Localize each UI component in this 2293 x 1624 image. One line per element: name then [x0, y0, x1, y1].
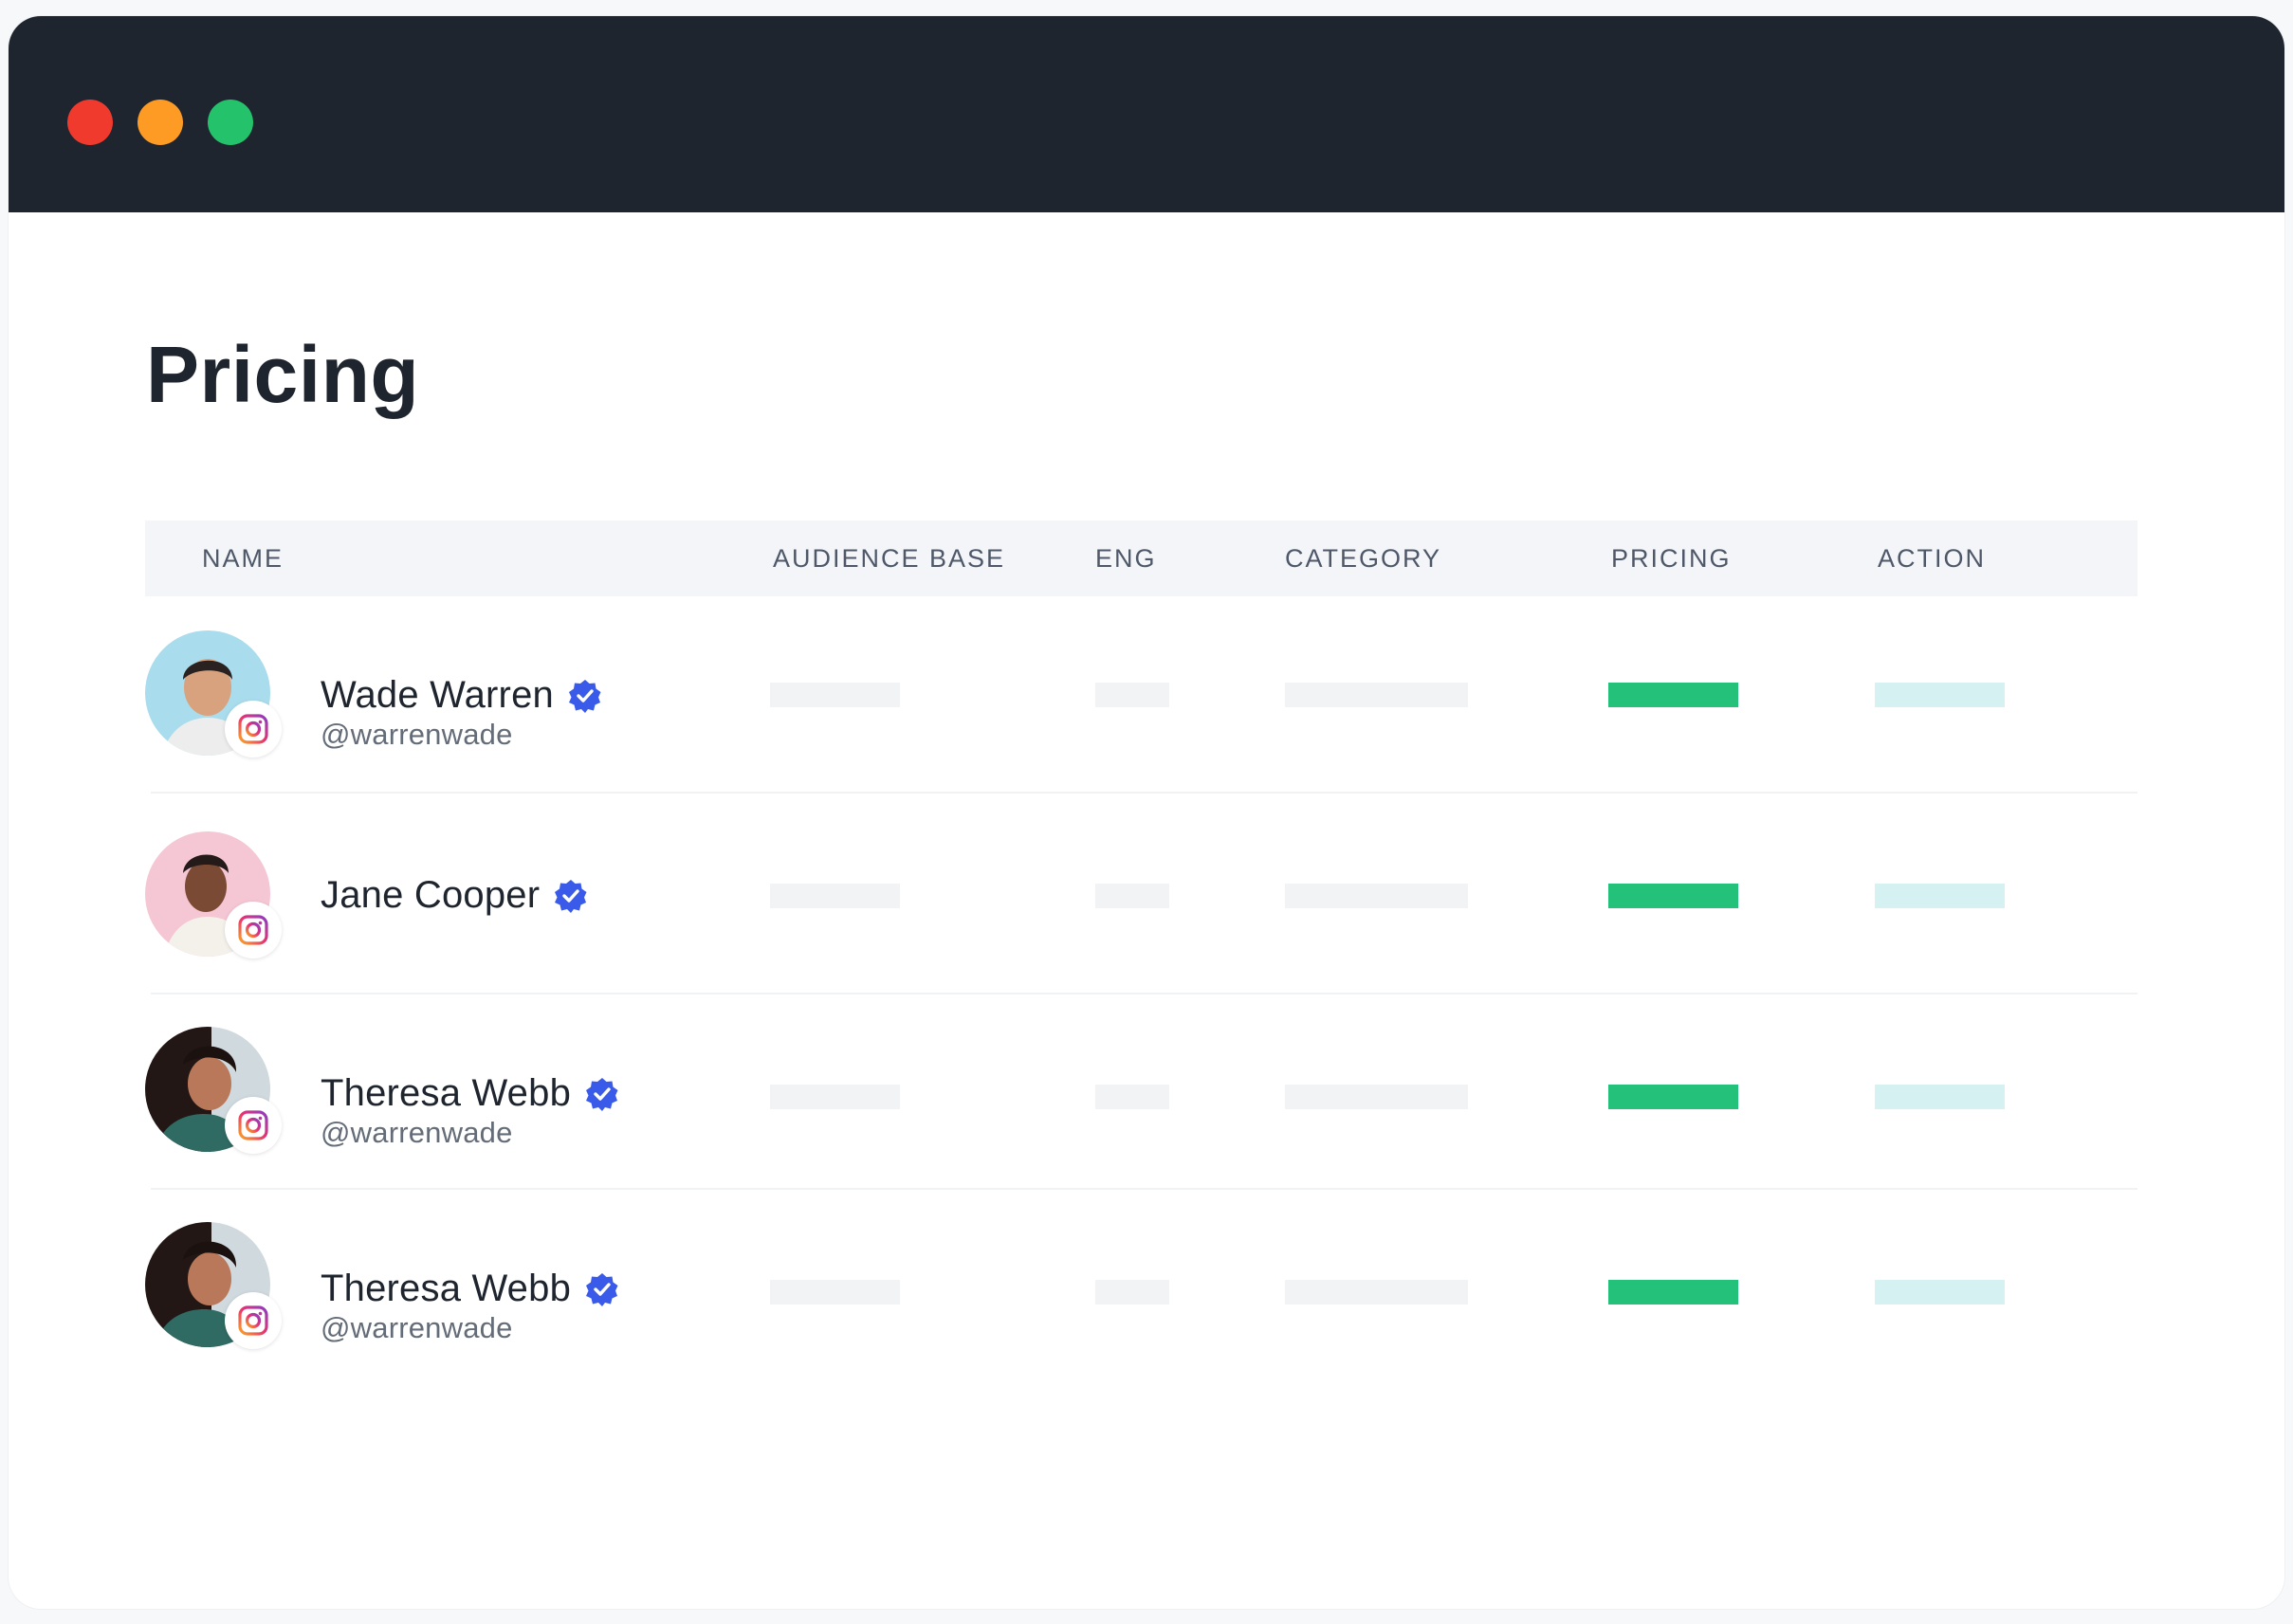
- category-placeholder: [1285, 683, 1468, 707]
- table-row[interactable]: Theresa Webb @warrenwade: [145, 1222, 2137, 1421]
- instagram-icon: [225, 1292, 282, 1349]
- influencer-name[interactable]: Theresa Webb: [321, 1268, 571, 1310]
- category-placeholder: [1285, 1085, 1468, 1109]
- action-button[interactable]: [1875, 1085, 2005, 1109]
- influencer-name[interactable]: Wade Warren: [321, 674, 554, 717]
- row-divider: [151, 1188, 2137, 1190]
- pricing-bar: [1608, 683, 1738, 707]
- avatar: [145, 1222, 282, 1349]
- table-header: NAME AUDIENCE BASE ENG CATEGORY PRICING …: [145, 520, 2137, 596]
- verified-badge-icon: [584, 1271, 620, 1307]
- eng-placeholder: [1095, 683, 1169, 707]
- close-window-button[interactable]: [67, 100, 113, 145]
- instagram-icon: [225, 902, 282, 958]
- column-header-action[interactable]: ACTION: [1878, 520, 1986, 596]
- pricing-bar: [1608, 1085, 1738, 1109]
- table-row[interactable]: Theresa Webb @warrenwade: [145, 1027, 2137, 1226]
- minimize-window-button[interactable]: [138, 100, 183, 145]
- audience-base-placeholder: [770, 683, 900, 707]
- instagram-icon: [225, 1097, 282, 1154]
- influencer-handle[interactable]: @warrenwade: [321, 718, 513, 752]
- column-header-category[interactable]: CATEGORY: [1285, 520, 1441, 596]
- avatar: [145, 630, 282, 757]
- influencer-handle[interactable]: @warrenwade: [321, 1116, 513, 1150]
- eng-placeholder: [1095, 1085, 1169, 1109]
- action-button[interactable]: [1875, 683, 2005, 707]
- audience-base-placeholder: [770, 1085, 900, 1109]
- column-header-audience-base[interactable]: AUDIENCE BASE: [773, 520, 1005, 596]
- avatar: [145, 1027, 282, 1154]
- pricing-bar: [1608, 884, 1738, 908]
- category-placeholder: [1285, 884, 1468, 908]
- row-divider: [151, 993, 2137, 994]
- influencer-name[interactable]: Theresa Webb: [321, 1072, 571, 1115]
- eng-placeholder: [1095, 1280, 1169, 1305]
- influencer-handle[interactable]: @warrenwade: [321, 1311, 513, 1345]
- instagram-icon: [225, 701, 282, 757]
- column-header-name[interactable]: NAME: [202, 520, 284, 596]
- action-button[interactable]: [1875, 1280, 2005, 1305]
- app-window: Pricing NAME AUDIENCE BASE ENG CATEGORY …: [9, 16, 2284, 1609]
- table-row[interactable]: Jane Cooper: [145, 831, 2137, 1031]
- verified-badge-icon: [584, 1076, 620, 1112]
- audience-base-placeholder: [770, 1280, 900, 1305]
- column-header-eng[interactable]: ENG: [1095, 520, 1157, 596]
- column-header-pricing[interactable]: PRICING: [1611, 520, 1732, 596]
- maximize-window-button[interactable]: [208, 100, 253, 145]
- window-titlebar: [9, 16, 2284, 212]
- row-divider: [151, 792, 2137, 794]
- eng-placeholder: [1095, 884, 1169, 908]
- influencer-name[interactable]: Jane Cooper: [321, 874, 540, 917]
- page-title: Pricing: [146, 330, 420, 419]
- avatar: [145, 831, 282, 958]
- action-button[interactable]: [1875, 884, 2005, 908]
- verified-badge-icon: [567, 678, 603, 714]
- pricing-bar: [1608, 1280, 1738, 1305]
- table-row[interactable]: Wade Warren @warrenwade: [145, 630, 2137, 830]
- verified-badge-icon: [553, 878, 589, 914]
- audience-base-placeholder: [770, 884, 900, 908]
- category-placeholder: [1285, 1280, 1468, 1305]
